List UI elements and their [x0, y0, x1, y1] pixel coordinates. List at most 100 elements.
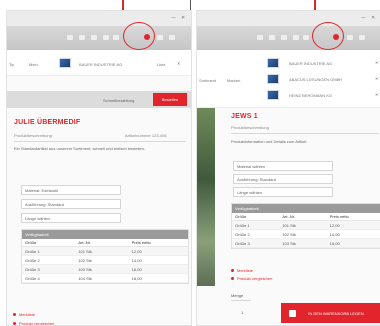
close-icon[interactable]: ✕	[371, 15, 375, 21]
wishlist-bullet-icon	[231, 269, 234, 272]
cart-item-thumbnail	[59, 58, 71, 68]
product-side-image	[197, 108, 215, 286]
table-cell: 14,00	[131, 257, 142, 263]
material-select[interactable]: Material wählen	[233, 161, 333, 171]
table-row[interactable]: Größe 1 101 Stk 12,00	[22, 247, 188, 256]
product-description: Produktinformation und Details zum Artik…	[231, 139, 307, 144]
minimize-icon[interactable]: —	[171, 15, 176, 21]
table-body: Größe 1 101 Stk 12,00 Größe 2 102 Stk 14…	[232, 221, 380, 248]
table-cell: 102 Stk	[282, 231, 296, 237]
table-cell: 14,00	[329, 231, 340, 237]
table-header-label: Verfügbarkeit	[235, 206, 259, 211]
cart-remove-icon[interactable]: ✕	[375, 60, 378, 65]
wishlist-link[interactable]: Merkliste	[19, 312, 35, 317]
account-icon[interactable]	[257, 35, 263, 40]
cart-item-name[interactable]: BAUER INDUSTRIE AG	[79, 62, 122, 67]
compare-bullet-icon	[231, 277, 234, 280]
material-select[interactable]: Material: Edelstahl	[21, 185, 121, 195]
location-icon[interactable]	[79, 35, 85, 40]
table-cell: 12,00	[329, 222, 340, 228]
cart-item-thumbnail	[267, 58, 279, 68]
column-header-article: Art.-Nr.	[282, 214, 295, 219]
list-icon[interactable]	[303, 35, 309, 40]
mail-icon[interactable]	[103, 35, 109, 40]
title-rule	[14, 141, 186, 142]
table-cell: Größe 1	[235, 222, 250, 228]
table-column-headers: Größe Art.-Nr. Preis netto	[22, 239, 188, 247]
column-header-article: Art.-Nr.	[78, 240, 91, 245]
table-cell: 16,00	[131, 266, 142, 272]
phone-icon[interactable]	[91, 35, 97, 40]
quantity-input[interactable]: 1	[241, 310, 243, 315]
availability-table: Verfügbarkeit Größe Art.-Nr. Preis netto…	[21, 229, 189, 284]
product-subtitle: Produktbeschreibung	[231, 125, 269, 130]
variant-select[interactable]: Ausführung: Standard	[233, 174, 333, 184]
menu-icon[interactable]	[157, 35, 163, 40]
location-icon[interactable]	[269, 35, 275, 40]
menu-icon[interactable]	[347, 35, 353, 40]
column-header-size: Größe	[25, 240, 37, 245]
cart-highlight-circle	[312, 22, 344, 50]
table-cell: Größe 2	[25, 257, 40, 263]
cart-remove-icon[interactable]: ✕	[177, 61, 180, 66]
table-header: Verfügbarkeit	[22, 230, 188, 239]
subnav-item-1[interactable]: Tip	[9, 62, 14, 67]
table-cell: 103 Stk	[282, 240, 296, 246]
product-article-number: Artikelnummer 123-456	[125, 133, 167, 138]
length-select[interactable]: Länge wählen	[233, 187, 333, 197]
left-screenshot: — ✕ Tip Mein BAUER INDUSTRIE AG Liste ✕ …	[6, 10, 192, 326]
quantity-rule	[231, 300, 251, 301]
wishlist-link[interactable]: Merkliste	[237, 268, 253, 273]
top-navigation	[7, 22, 191, 50]
phone-icon[interactable]	[281, 35, 287, 40]
cart-item-name[interactable]: HEINZ BERGMANN KG	[289, 93, 332, 98]
subnav-item-1[interactable]: Sortiment	[199, 78, 216, 83]
cart-highlight-circle	[123, 22, 155, 50]
table-header: Verfügbarkeit	[232, 204, 380, 213]
account-icon[interactable]	[67, 35, 73, 40]
table-column-headers: Größe Art.-Nr. Preis netto	[232, 213, 380, 221]
right-screenshot: — ✕ Sortiment Marken BAUER INDUSTRIE AG …	[196, 10, 380, 326]
column-header-size: Größe	[235, 214, 247, 219]
window-titlebar: — ✕	[7, 11, 191, 26]
table-row[interactable]: Größe 2 102 Stk 14,00	[232, 230, 380, 239]
table-row[interactable]: Größe 1 101 Stk 12,00	[232, 221, 380, 230]
cart-item-name[interactable]: ABACUS LÖSUNGEN GMBH	[289, 77, 342, 82]
language-icon[interactable]	[359, 35, 365, 40]
availability-table: Verfügbarkeit Größe Art.-Nr. Preis netto…	[231, 203, 380, 249]
table-cell: Größe 2	[235, 231, 250, 237]
table-header-label: Verfügbarkeit	[25, 232, 49, 237]
compare-link[interactable]: Produkt vergleichen	[19, 321, 54, 325]
product-title: JEWS 1	[231, 113, 258, 120]
table-cell: 101 Stk	[282, 222, 296, 228]
subnav-item-2[interactable]: Mein	[29, 62, 38, 67]
top-navigation	[197, 22, 380, 50]
length-select[interactable]: Länge wählen	[21, 213, 121, 223]
minimize-icon[interactable]: —	[361, 15, 366, 21]
column-header-price: Preis netto	[131, 240, 151, 245]
variant-select[interactable]: Ausführung: Standard	[21, 199, 121, 209]
table-row[interactable]: Größe 2 102 Stk 14,00	[22, 256, 188, 265]
table-row[interactable]: Größe 3 103 Stk 16,00	[232, 239, 380, 248]
add-to-cart-button[interactable]: IN DEN WARENKORB LEGEN	[281, 303, 380, 323]
language-icon[interactable]	[169, 35, 175, 40]
table-row[interactable]: Größe 4 104 Stk 18,00	[22, 274, 188, 283]
subnav-item-2[interactable]: Marken	[227, 78, 240, 83]
wishlist-bullet-icon	[13, 313, 16, 316]
close-icon[interactable]: ✕	[181, 15, 185, 21]
cart-item-side[interactable]: Liste	[157, 62, 165, 67]
cart-icon	[289, 310, 296, 317]
table-row[interactable]: Größe 3 103 Stk 16,00	[22, 265, 188, 274]
title-rule	[231, 133, 379, 134]
mail-icon[interactable]	[293, 35, 299, 40]
table-cell: Größe 1	[25, 248, 40, 254]
table-cell: Größe 3	[25, 266, 40, 272]
list-icon[interactable]	[113, 35, 119, 40]
cart-remove-icon[interactable]: ✕	[375, 76, 378, 81]
order-button[interactable]: Bestellen	[153, 93, 187, 106]
cart-remove-icon[interactable]: ✕	[375, 92, 378, 97]
quick-order-link[interactable]: Schnellbestellung	[103, 98, 134, 103]
cart-item-name[interactable]: BAUER INDUSTRIE AG	[289, 61, 332, 66]
compare-link[interactable]: Produkt vergleichen	[237, 276, 272, 281]
table-cell: 102 Stk	[78, 257, 92, 263]
